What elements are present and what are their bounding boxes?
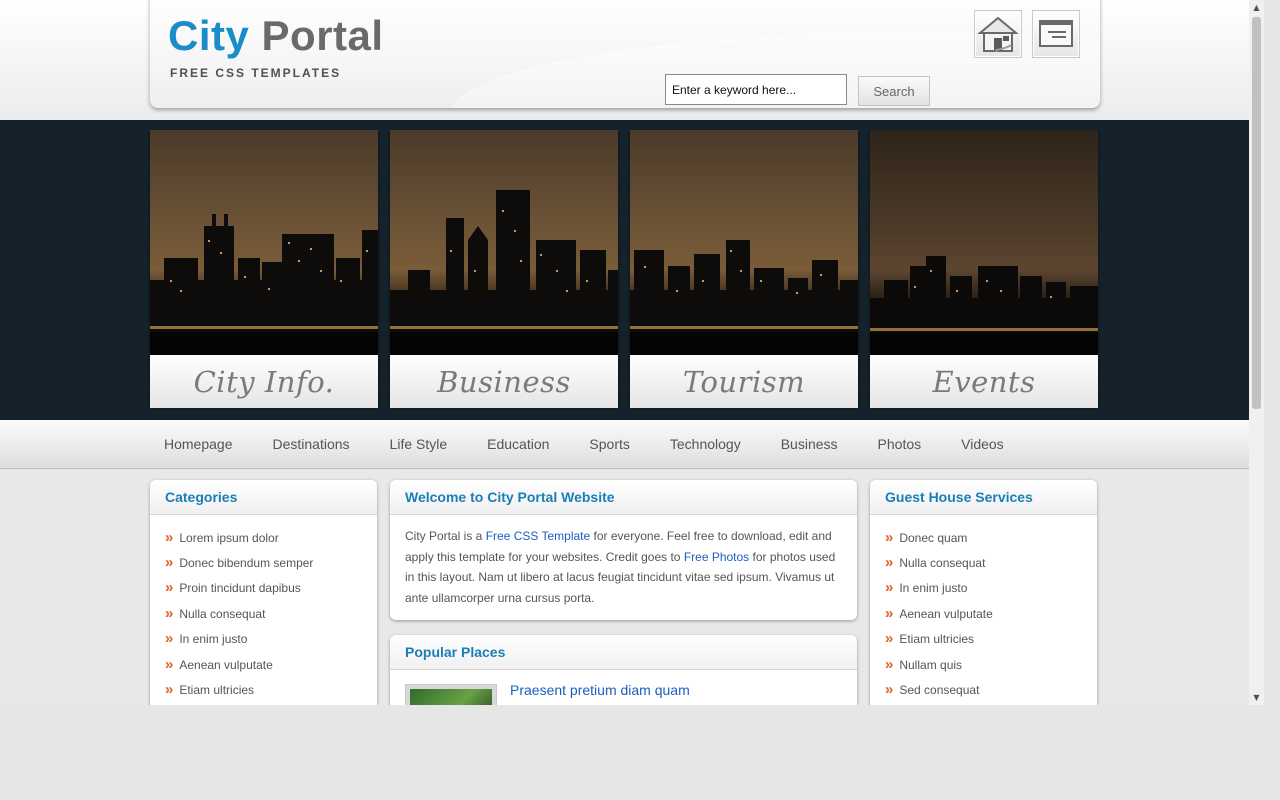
free-css-template-link[interactable]: Free CSS Template	[486, 529, 591, 543]
search-input[interactable]	[665, 74, 847, 105]
double-chevron-icon: »	[885, 655, 894, 673]
list-item[interactable]: » In enim justo	[165, 627, 377, 652]
list-item[interactable]: » Etiam ultricies	[885, 627, 1097, 652]
scroll-up-arrow-icon[interactable]: ▲	[1249, 0, 1264, 15]
main-navigation: Homepage Destinations Life Style Educati…	[0, 420, 1249, 469]
list-item-label: Etiam ultricies	[899, 632, 975, 647]
scroll-down-arrow-icon[interactable]: ▼	[1249, 690, 1264, 705]
list-item[interactable]: » In enim justo	[885, 576, 1097, 601]
categories-title: Categories	[150, 480, 377, 515]
logo-portal-text: Portal	[261, 12, 384, 59]
nav-item-destinations[interactable]: Destinations	[253, 436, 370, 452]
banner-tile-tourism[interactable]: Tourism	[630, 130, 858, 408]
nav-item-photos[interactable]: Photos	[858, 436, 942, 452]
list-item[interactable]: » Nulla consequat	[885, 550, 1097, 575]
search-button[interactable]: Search	[858, 76, 930, 106]
list-item-label: Lorem ipsum dolor	[179, 530, 279, 545]
banner-tile-business[interactable]: Business	[390, 130, 618, 408]
list-item[interactable]: » Nullam quis	[885, 652, 1097, 677]
nav-item-education[interactable]: Education	[467, 436, 569, 452]
welcome-title: Welcome to City Portal Website	[390, 480, 857, 515]
city-skyline-photo	[870, 130, 1098, 355]
popular-places-panel: Popular Places Praesent pretium diam qua…	[390, 635, 857, 705]
banner-caption: Business	[390, 355, 618, 408]
list-item-label: Donec quam	[899, 530, 968, 545]
banner-caption: Events	[870, 355, 1098, 408]
double-chevron-icon: »	[165, 655, 174, 673]
city-skyline-photo	[390, 130, 618, 355]
list-item-label: Etiam ultricies	[179, 683, 255, 698]
free-photos-link[interactable]: Free Photos	[684, 550, 749, 564]
double-chevron-icon: »	[165, 681, 174, 699]
list-item-label: In enim justo	[899, 581, 968, 596]
double-chevron-icon: »	[885, 528, 894, 546]
double-chevron-icon: »	[165, 630, 174, 648]
site-header: City Portal FREE CSS TEMPLATES	[150, 0, 1100, 108]
city-skyline-photo	[630, 130, 858, 355]
list-item-label: Sed consequat	[899, 683, 980, 698]
nav-item-sports[interactable]: Sports	[569, 436, 649, 452]
home-icon[interactable]	[974, 10, 1022, 58]
banner-caption: City Info.	[150, 355, 378, 408]
nav-item-life-style[interactable]: Life Style	[370, 436, 468, 452]
site-logo[interactable]: City Portal	[168, 12, 384, 60]
list-item-label: Aenean vulputate	[899, 606, 993, 621]
list-item[interactable]: » Proin tincidunt dapibus	[165, 576, 377, 601]
list-item[interactable]: » Sed consequat	[885, 677, 1097, 702]
place-title-link[interactable]: Praesent pretium diam quam	[510, 682, 690, 698]
list-item[interactable]: » Aenean vulputate	[165, 652, 377, 677]
list-item[interactable]: » Lorem ipsum dolor	[165, 525, 377, 550]
list-item-label: Proin tincidunt dapibus	[179, 581, 301, 596]
place-thumbnail[interactable]	[405, 684, 497, 705]
double-chevron-icon: »	[885, 579, 894, 597]
double-chevron-icon: »	[165, 528, 174, 546]
list-item-label: Nulla consequat	[179, 606, 266, 621]
guest-house-services-title: Guest House Services	[870, 480, 1097, 515]
list-item-label: Aenean vulputate	[179, 657, 273, 672]
banner-tile-city-info[interactable]: City Info.	[150, 130, 378, 408]
double-chevron-icon: »	[885, 604, 894, 622]
list-item[interactable]: » Aenean vulputate	[885, 601, 1097, 626]
list-item[interactable]: » Nulla consequat	[165, 601, 377, 626]
list-item-label: Nullam quis	[899, 657, 963, 672]
site-tagline: FREE CSS TEMPLATES	[170, 66, 342, 80]
scrollbar-thumb[interactable]	[1252, 17, 1261, 409]
double-chevron-icon: »	[885, 681, 894, 699]
double-chevron-icon: »	[165, 604, 174, 622]
welcome-panel: Welcome to City Portal Website City Port…	[390, 480, 857, 620]
double-chevron-icon: »	[165, 579, 174, 597]
double-chevron-icon: »	[885, 554, 894, 572]
feature-banner: City Info. Business Tourism Events	[0, 120, 1249, 420]
list-item-label: Nulla consequat	[899, 556, 986, 571]
list-item-label: In enim justo	[179, 632, 248, 647]
popular-places-title: Popular Places	[390, 635, 857, 670]
banner-tile-events[interactable]: Events	[870, 130, 1098, 408]
banner-caption: Tourism	[630, 355, 858, 408]
empty-window-area	[0, 705, 1280, 800]
guest-house-services-panel: Guest House Services » Donec quam » Nulla …	[870, 480, 1097, 705]
nav-item-business[interactable]: Business	[761, 436, 858, 452]
welcome-text-part: City Portal is a	[405, 529, 486, 543]
welcome-text: City Portal is a Free CSS Template for e…	[390, 515, 857, 620]
categories-panel: Categories » Lorem ipsum dolor » Donec bib…	[150, 480, 377, 705]
double-chevron-icon: »	[165, 554, 174, 572]
page-viewport: City Portal FREE CSS TEMPLATES Search	[0, 0, 1249, 705]
contact-card-icon[interactable]	[1032, 10, 1080, 58]
nav-item-technology[interactable]: Technology	[650, 436, 761, 452]
nav-item-videos[interactable]: Videos	[941, 436, 1024, 452]
list-item[interactable]: » Etiam ultricies	[165, 677, 377, 702]
nav-item-homepage[interactable]: Homepage	[150, 436, 253, 452]
double-chevron-icon: »	[885, 630, 894, 648]
logo-city-text: City	[168, 12, 250, 59]
list-item-label: Donec bibendum semper	[179, 556, 314, 571]
vertical-scrollbar[interactable]: ▲ ▼	[1249, 0, 1264, 705]
list-item[interactable]: » Donec quam	[885, 525, 1097, 550]
list-item[interactable]: » Donec bibendum semper	[165, 550, 377, 575]
city-skyline-photo	[150, 130, 378, 355]
